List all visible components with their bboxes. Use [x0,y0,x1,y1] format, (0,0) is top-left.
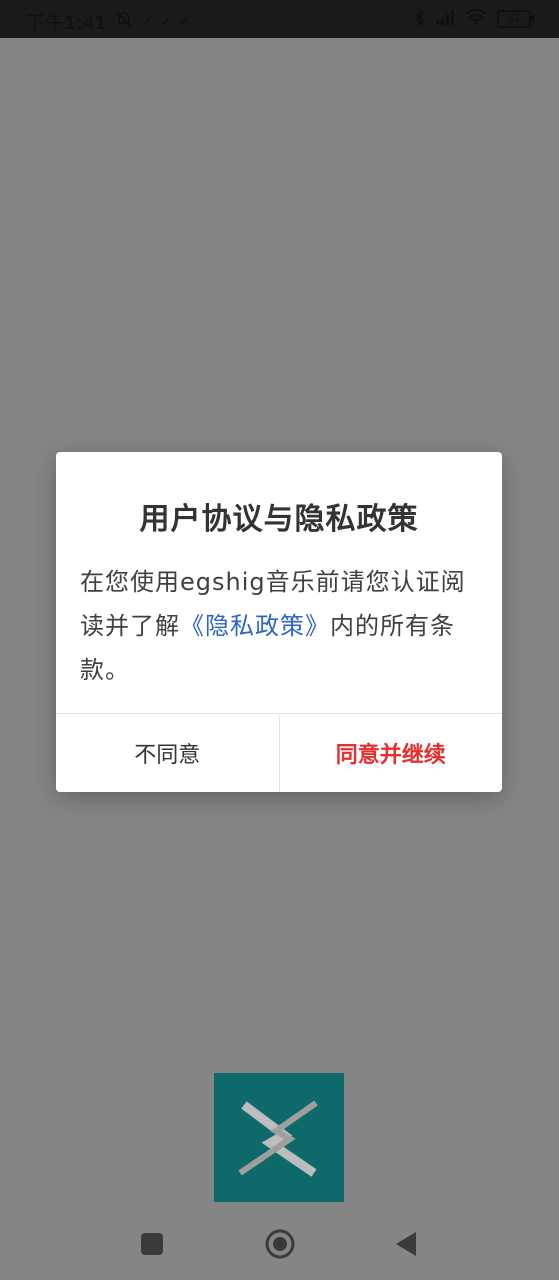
status-bar-left: 下午1:41 ✓ ✓ ✓ ·· [26,8,206,35]
lightning-logo-icon [238,1100,318,1177]
notification-icons: ✓ ✓ ✓ ·· [140,12,207,31]
dialog-title: 用户协议与隐私政策 [139,502,419,537]
decline-button[interactable]: 不同意 [56,714,280,792]
home-icon[interactable] [264,1228,296,1264]
signal-icon [435,9,455,29]
status-time: 下午1:41 [26,12,107,34]
privacy-dialog: 用户协议与隐私政策 在您使用egshig音乐前请您认证阅读并了解《隐私政策》内的… [56,452,502,792]
status-bar: 下午1:41 ✓ ✓ ✓ ·· 51 [0,0,559,38]
recents-icon[interactable] [140,1232,164,1260]
back-icon[interactable] [394,1230,418,1262]
dialog-body: 在您使用egshig音乐前请您认证阅读并了解《隐私政策》内的所有条款。 [80,560,478,692]
bluetooth-icon [413,7,425,30]
battery-icon: 51 [497,10,534,28]
dialog-actions: 不同意 同意并继续 [56,713,502,792]
app-logo [214,1073,344,1202]
wifi-icon [465,9,487,29]
status-bar-right: 51 [413,7,534,30]
privacy-policy-link[interactable]: 《隐私政策》 [180,612,330,640]
mute-icon [115,10,133,33]
accept-continue-button[interactable]: 同意并继续 [280,714,503,792]
navigation-bar [0,1210,559,1280]
